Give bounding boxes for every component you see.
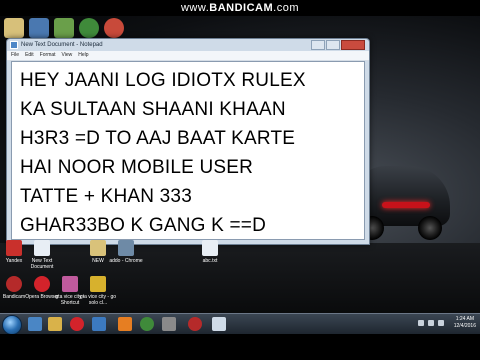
vlc-icon[interactable] <box>118 317 132 331</box>
chrome-icon[interactable] <box>79 18 99 38</box>
letterbox-bottom <box>0 334 480 360</box>
notepad-menubar: File Edit Format View Help <box>7 51 369 61</box>
volume-icon[interactable] <box>438 320 444 326</box>
chrome-icon[interactable] <box>140 317 154 331</box>
desktop-icon-label: addo - Chrome <box>109 258 143 264</box>
folder-icon[interactable] <box>48 317 62 331</box>
desktop-icon-text-document[interactable]: New Text Document <box>22 240 62 270</box>
bandicam-watermark: www.BANDICAM.com <box>0 0 480 16</box>
text-line: H3R3 =D TO AAJ BAAT KARTE <box>20 128 296 149</box>
text-line: KA SULTAAN SHAANI KHAAN <box>20 99 286 120</box>
watermark-suffix: .com <box>273 2 299 14</box>
star-icon <box>90 276 106 292</box>
text-line: TATTE + KHAN 333 <box>20 186 192 207</box>
notepad-icon <box>10 41 18 49</box>
gta-icon <box>62 276 78 292</box>
clock[interactable]: 1:24 AM 12/4/2016 <box>454 316 476 330</box>
app-icon[interactable] <box>162 317 176 331</box>
opera-icon <box>34 276 50 292</box>
watermark-brand: BANDICAM <box>209 2 274 14</box>
menu-format[interactable]: Format <box>40 51 56 60</box>
wallpaper-car-wheel <box>418 216 442 240</box>
window-controls <box>311 40 365 50</box>
desktop-icon-label: gta vice city - go solo cl... <box>79 294 117 306</box>
desktop-icon-abc[interactable]: abc.txt <box>190 240 230 264</box>
desktop-icon-gta-solo[interactable]: gta vice city - go solo cl... <box>78 276 118 306</box>
watermark-prefix: www. <box>180 2 210 14</box>
chrome-icon <box>118 240 134 256</box>
maximize-button[interactable] <box>326 40 340 50</box>
desktop-icon-chrome[interactable]: addo - Chrome <box>106 240 146 264</box>
network-icon[interactable] <box>428 320 434 326</box>
tray-arrow-icon[interactable] <box>418 320 424 326</box>
desktop-icon-label: Yandex <box>5 258 23 264</box>
notepad-window[interactable]: New Text Document - Notepad File Edit Fo… <box>6 38 370 245</box>
desktop-icon-label: NEW <box>92 258 104 264</box>
close-button[interactable] <box>341 40 365 50</box>
app-icon[interactable] <box>92 317 106 331</box>
menu-file[interactable]: File <box>11 51 19 60</box>
desktop-icon-label: abc.txt <box>202 258 218 264</box>
bandicam-icon[interactable] <box>188 317 202 331</box>
menu-help[interactable]: Help <box>78 51 88 60</box>
clock-time: 1:24 AM <box>455 316 475 322</box>
notepad-titlebar[interactable]: New Text Document - Notepad <box>7 39 369 51</box>
text-line: HAI NOOR MOBILE USER <box>20 157 254 178</box>
wallpaper-car-taillight <box>382 202 430 208</box>
notepad-icon[interactable] <box>212 317 226 331</box>
desktop-icon-label: New Text Document <box>30 258 54 270</box>
bandicam-icon <box>6 276 22 292</box>
document-icon[interactable] <box>29 18 49 38</box>
notepad-title: New Text Document - Notepad <box>21 42 103 48</box>
app-icon[interactable] <box>54 18 74 38</box>
notepad-text-area[interactable]: HEY JAANI LOG IDIOTX RULEX KA SULTAAN SH… <box>11 61 365 240</box>
browser-icon[interactable] <box>104 18 124 38</box>
text-line: HEY JAANI LOG IDIOTX RULEX <box>20 70 306 91</box>
clock-date: 12/4/2016 <box>453 323 476 329</box>
menu-edit[interactable]: Edit <box>25 51 34 60</box>
text-line: GHAR33BO K GANG K ==D <box>20 215 267 236</box>
menu-view[interactable]: View <box>62 51 73 60</box>
folder-icon[interactable] <box>4 18 24 38</box>
text-file-icon <box>202 240 218 256</box>
desktop-icons: Yandex New Text Document NEW addo - Chro… <box>0 240 260 310</box>
yandex-icon <box>6 240 22 256</box>
text-file-icon <box>34 240 50 256</box>
minimize-button[interactable] <box>311 40 325 50</box>
system-tray <box>418 320 444 326</box>
folder-icon <box>90 240 106 256</box>
explorer-icon[interactable] <box>28 317 42 331</box>
taskbar: 1:24 AM 12/4/2016 <box>0 313 480 335</box>
opera-icon[interactable] <box>70 317 84 331</box>
start-button[interactable] <box>2 315 22 335</box>
